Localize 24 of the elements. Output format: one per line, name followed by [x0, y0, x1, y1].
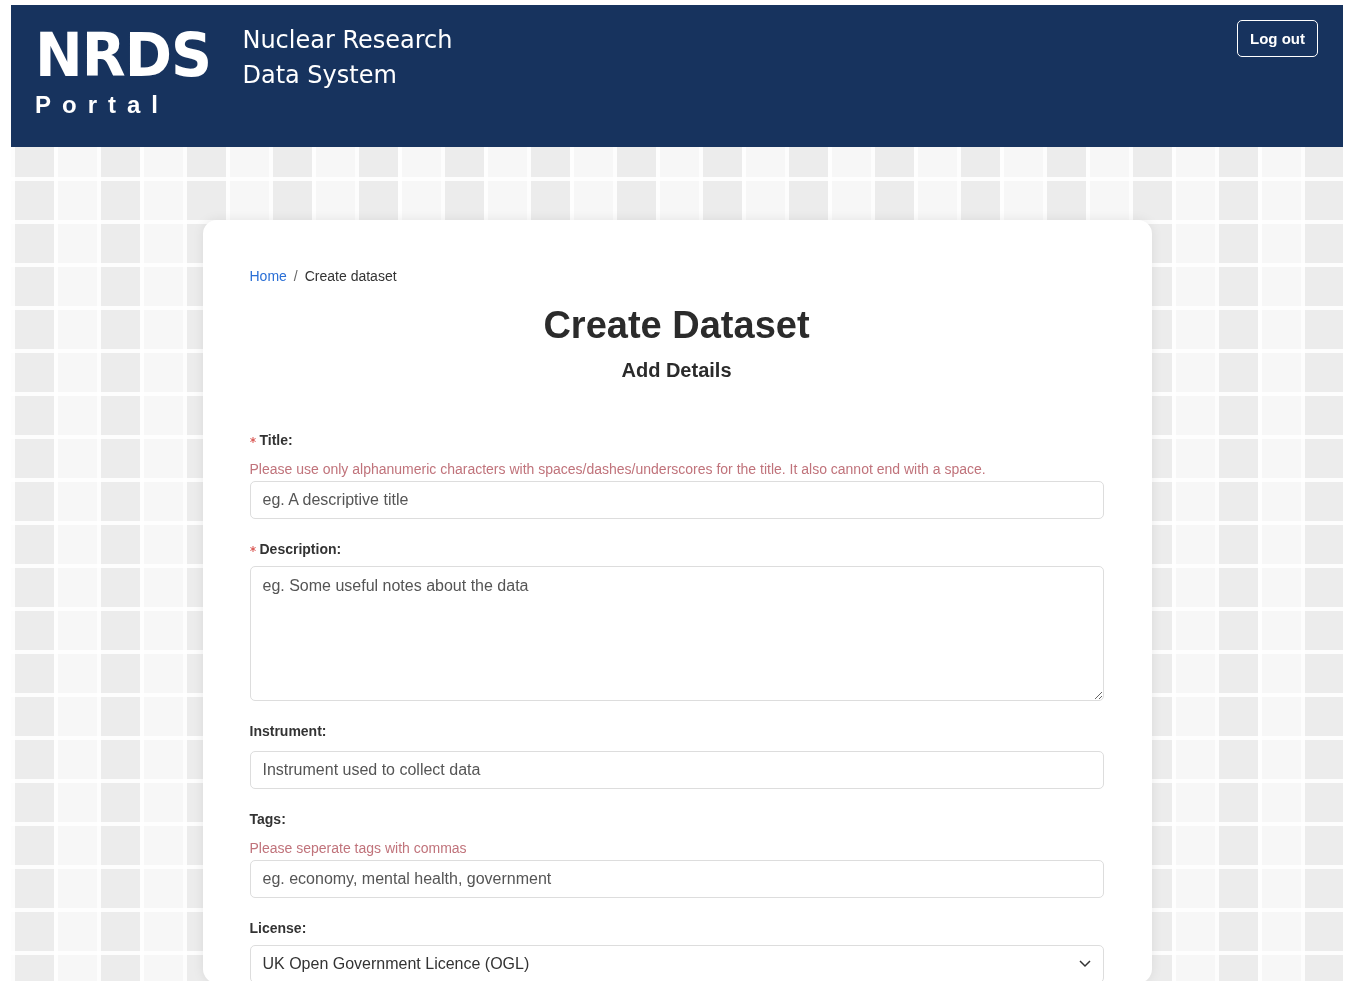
logout-button[interactable]: Log out [1237, 20, 1318, 57]
textarea-field[interactable]: eg. Some useful notes about the data [249, 566, 1104, 701]
logo: NRDS [35, 23, 212, 87]
field-label: License: [249, 920, 307, 936]
field-label: Tags: [249, 811, 286, 827]
field-label: Instrument: [249, 723, 327, 739]
logo-subtitle: Portal [35, 91, 170, 119]
field-label: Title: [259, 432, 293, 448]
chevron-down-icon [1078, 960, 1091, 968]
breadcrumb-current-page: Create dataset [304, 268, 397, 284]
required-asterisk-icon [249, 546, 256, 552]
field-label: Description: [259, 541, 342, 557]
text-input-field[interactable]: eg. economy, mental health, government [249, 860, 1104, 898]
required-asterisk-icon [249, 437, 256, 443]
license-select[interactable]: UK Open Government Licence (OGL) [249, 945, 1104, 981]
breadcrumb-link[interactable]: Home [249, 268, 287, 284]
breadcrumb-separator: / [293, 268, 298, 284]
field-hint: Please seperate tags with commas [249, 840, 468, 856]
system-name: Nuclear Research Data System [242, 25, 454, 91]
page-title: Create Dataset [542, 304, 811, 347]
text-input-field[interactable]: eg. A descriptive title [249, 481, 1104, 519]
page-subtitle: Add Details [620, 359, 733, 382]
field-hint: Please use only alphanumeric characters with spaces/dashes/underscores for the title. It also cannot end with a space. [249, 461, 987, 477]
text-input-field[interactable]: Instrument used to collect data [249, 751, 1104, 789]
